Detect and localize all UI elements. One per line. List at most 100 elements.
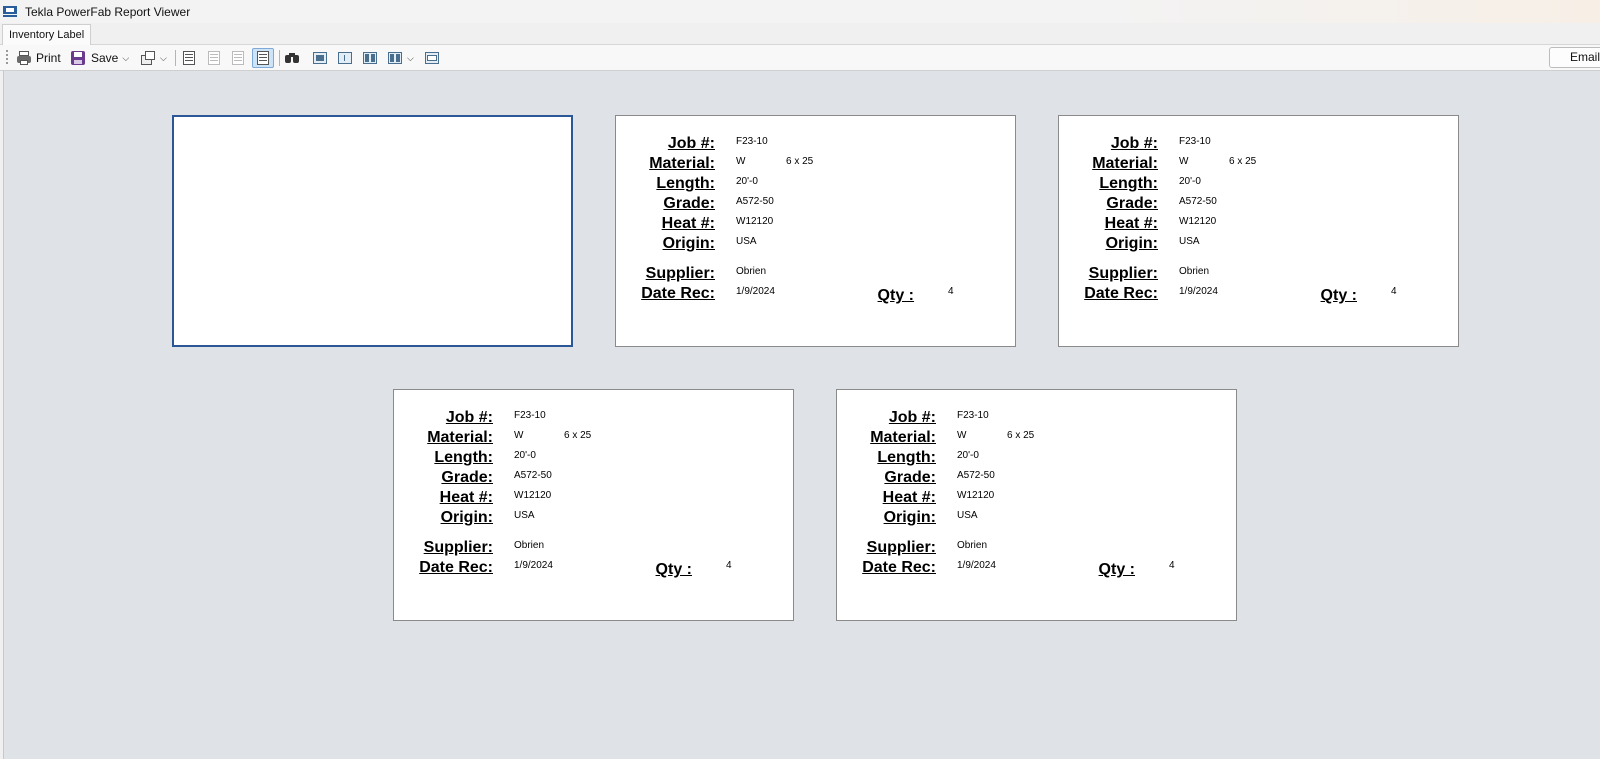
layout-icon [255,50,271,66]
tab-inventory-label[interactable]: Inventory Label [2,24,92,45]
field-value-supplier: Obrien [957,540,988,551]
find-button[interactable] [284,48,300,68]
clipboard-button[interactable] [206,48,222,68]
field-label-grade: Grade: [884,469,936,486]
toolbar-separator [279,50,280,66]
binoculars-icon [284,50,300,66]
field-value-grade: A572-50 [736,196,774,207]
print-button[interactable]: Print [16,48,61,68]
field-label-date-rec: Date Rec: [862,559,936,576]
field-label-length: Length: [877,449,936,466]
field-value-date-rec: 1/9/2024 [1179,286,1218,297]
field-label-job: Job #: [445,409,493,426]
field-value-length: 20'-0 [514,450,536,461]
field-label-material: Material: [649,155,715,172]
field-label-origin: Origin: [662,235,715,252]
field-value-length: 20'-0 [1179,176,1201,187]
field-label-supplier: Supplier: [1088,265,1158,282]
save-label: Save [91,51,119,65]
page-width-view-button[interactable] [337,48,353,68]
field-label-heat: Heat #: [439,489,493,506]
field-value-material-size: 6 x 25 [1007,430,1035,441]
multi-page-icon [387,50,403,66]
field-label-length: Length: [434,449,493,466]
inventory-label-card[interactable]: Job #: F23-10 Material: W Length: 20'-0 Grade:… [1058,115,1459,347]
export-button[interactable]: ⌵ [140,48,167,68]
field-label-date-rec: Date Rec: [1084,285,1158,302]
field-value-supplier: Obrien [514,540,545,551]
field-label-heat: Heat #: [661,215,715,232]
save-button[interactable]: Save ⌵ [70,48,129,68]
two-page-view-button[interactable] [362,48,378,68]
field-value-material-shape: W [957,430,967,441]
toolbar: Print Save ⌵ ⌵ ⌵ Email I [0,45,1600,71]
field-value-material-size: 6 x 25 [564,430,592,441]
floppy-disk-icon [70,50,86,66]
field-value-grade: A572-50 [1179,196,1217,207]
inventory-label-card[interactable]: Job #: F23-10 Material: W Length: 20'-0 Grade:… [393,389,794,621]
field-value-material-shape: W [1179,156,1189,167]
field-label-material: Material: [1092,155,1158,172]
print-label: Print [36,51,61,65]
clipboard-icon [206,50,222,66]
title-bar: Tekla PowerFab Report Viewer [0,0,1600,23]
window-title: Tekla PowerFab Report Viewer [25,4,191,19]
field-value-job: F23-10 [736,136,768,147]
field-value-date-rec: 1/9/2024 [736,286,775,297]
inventory-label-blank[interactable] [172,115,573,347]
field-value-date-rec: 1/9/2024 [514,560,553,571]
copy-button[interactable] [230,48,246,68]
field-label-date-rec: Date Rec: [641,285,715,302]
field-label-supplier: Supplier: [423,539,493,556]
inventory-label-card[interactable]: Job #: F23-10 Material: W Length: 20'-0 Grade:… [836,389,1237,621]
field-label-grade: Grade: [663,195,715,212]
field-label-grade: Grade: [441,469,493,486]
field-value-heat: W12120 [1179,216,1217,227]
field-value-grade: A572-50 [957,470,995,481]
field-label-qty: Qty : [1320,287,1357,304]
layout-toggle-button[interactable] [252,48,274,68]
field-value-supplier: Obrien [1179,266,1210,277]
page-setup-button[interactable] [181,48,197,68]
field-value-date-rec: 1/9/2024 [957,560,996,571]
printer-icon [16,50,32,66]
field-label-date-rec: Date Rec: [419,559,493,576]
field-value-material-shape: W [514,430,524,441]
toolbar-grip[interactable] [6,50,8,66]
field-value-length: 20'-0 [957,450,979,461]
multi-page-view-button[interactable]: ⌵ [387,48,414,68]
field-label-heat: Heat #: [882,489,936,506]
email-button[interactable]: Email I [1549,47,1600,68]
fit-window-icon [424,50,440,66]
page-width-icon [337,50,353,66]
field-value-heat: W12120 [957,490,995,501]
two-page-icon [362,50,378,66]
toolbar-separator [175,50,176,66]
field-value-qty: 4 [948,286,954,297]
chevron-down-icon[interactable]: ⌵ [160,53,167,64]
chevron-down-icon[interactable]: ⌵ [122,53,129,64]
field-value-material-size: 6 x 25 [1229,156,1257,167]
field-value-grade: A572-50 [514,470,552,481]
field-label-qty: Qty : [877,287,914,304]
field-value-origin: USA [514,510,535,521]
field-label-grade: Grade: [1106,195,1158,212]
field-label-material: Material: [427,429,493,446]
fit-window-button[interactable] [424,48,440,68]
single-page-icon [312,50,328,66]
field-label-origin: Origin: [1105,235,1158,252]
field-label-heat: Heat #: [1104,215,1158,232]
field-label-material: Material: [870,429,936,446]
chevron-down-icon[interactable]: ⌵ [407,53,414,64]
field-value-job: F23-10 [514,410,546,421]
field-value-origin: USA [1179,236,1200,247]
single-page-view-button[interactable] [312,48,328,68]
field-value-supplier: Obrien [736,266,767,277]
app-logo-icon [3,5,19,19]
field-value-length: 20'-0 [736,176,758,187]
field-label-job: Job #: [667,135,715,152]
field-value-heat: W12120 [736,216,774,227]
export-icon [140,50,156,66]
field-value-qty: 4 [1391,286,1397,297]
inventory-label-card[interactable]: Job #: F23-10 Material: W Length: 20'-0 Grade:… [615,115,1016,347]
